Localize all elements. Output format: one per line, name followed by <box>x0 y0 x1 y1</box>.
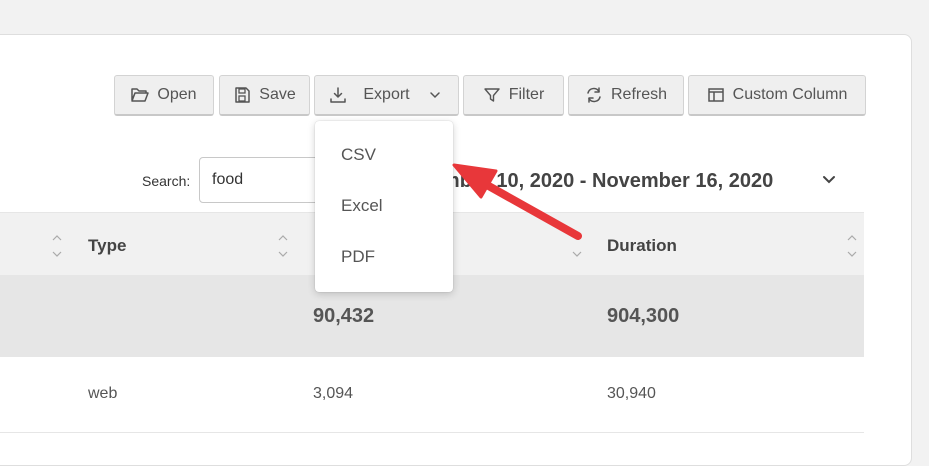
row-count-cell: 3,094 <box>313 385 354 402</box>
refresh-label: Refresh <box>610 86 668 103</box>
filter-label: Filter <box>508 86 545 103</box>
save-icon <box>233 86 251 104</box>
save-label: Save <box>259 86 296 103</box>
columns-icon <box>707 86 725 104</box>
export-button[interactable]: Export <box>314 75 459 116</box>
sort-icon[interactable] <box>278 233 288 264</box>
export-excel-option[interactable]: Excel <box>341 196 383 216</box>
column-header-duration[interactable]: Duration <box>607 236 677 256</box>
export-csv-option[interactable]: CSV <box>341 145 376 165</box>
refresh-icon <box>585 86 603 104</box>
sort-icon[interactable] <box>847 233 857 264</box>
folder-open-icon <box>131 86 150 104</box>
open-label: Open <box>157 86 197 103</box>
export-label: Export <box>363 86 410 103</box>
total-duration-cell: 904,300 <box>607 305 680 327</box>
search-label: Search: <box>142 173 191 189</box>
custom-column-button[interactable]: Custom Column <box>688 75 866 116</box>
column-header-type[interactable]: Type <box>88 236 126 256</box>
chevron-down-icon <box>426 86 444 104</box>
sort-icon[interactable] <box>52 233 62 264</box>
search-input[interactable] <box>199 157 329 203</box>
export-dropdown-menu: CSV Excel PDF <box>315 121 453 292</box>
download-icon <box>329 86 347 104</box>
refresh-button[interactable]: Refresh <box>568 75 684 116</box>
date-range-chevron-icon[interactable] <box>822 172 836 190</box>
export-pdf-option[interactable]: PDF <box>341 247 375 267</box>
row-duration-cell: 30,940 <box>607 385 656 402</box>
sort-icon[interactable] <box>572 233 582 264</box>
date-range-text: November 10, 2020 - November 16, 2020 <box>445 170 774 192</box>
custom-column-label: Custom Column <box>732 86 848 103</box>
table-row[interactable]: web 3,094 30,940 <box>0 357 864 433</box>
filter-icon <box>483 86 501 104</box>
row-type-cell: web <box>88 385 118 402</box>
total-count-cell: 90,432 <box>313 305 375 327</box>
filter-button[interactable]: Filter <box>463 75 564 116</box>
date-range-selector[interactable]: November 10, 2020 - November 16, 2020 <box>445 170 820 193</box>
save-button[interactable]: Save <box>219 75 310 116</box>
open-button[interactable]: Open <box>114 75 214 116</box>
